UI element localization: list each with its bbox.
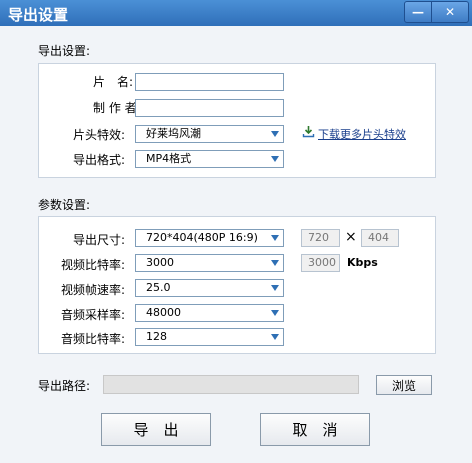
intro-effect-label: 片头特效: — [73, 128, 126, 142]
fps-select[interactable]: 25.0 — [135, 279, 284, 297]
name-input[interactable] — [135, 73, 284, 91]
export-settings-dialog: 导出设置 — ✕ 导出设置: 片 名: 制 作 者: 片头特效: 好莱坞风潮 下… — [0, 0, 472, 463]
download-more-effects-link[interactable]: 下载更多片头特效 — [318, 126, 406, 142]
cancel-button[interactable]: 取 消 — [260, 413, 370, 446]
times-sign: × — [345, 229, 357, 245]
audio-bitrate-value: 128 — [146, 330, 167, 343]
sample-rate-label: 音频采样率: — [61, 308, 126, 322]
export-button[interactable]: 导 出 — [101, 413, 211, 446]
close-icon: ✕ — [444, 5, 456, 19]
video-bitrate-readout-value: 3000 — [308, 256, 336, 269]
size-label: 导出尺寸: — [73, 233, 126, 247]
video-bitrate-label: 视频比特率: — [61, 258, 126, 272]
intro-effect-select[interactable]: 好莱坞风潮 — [135, 125, 284, 143]
chevron-down-icon — [271, 156, 279, 162]
width-field: 720 — [301, 229, 340, 247]
export-path-input[interactable] — [103, 375, 359, 394]
format-label: 导出格式: — [73, 153, 126, 167]
chevron-down-icon — [271, 235, 279, 241]
export-settings-group: 片 名: 制 作 者: 片头特效: 好莱坞风潮 下载更多片头特效 导出格式: M… — [38, 63, 436, 178]
height-value: 404 — [368, 231, 389, 244]
minimize-icon: — — [412, 5, 424, 19]
video-bitrate-select[interactable]: 3000 — [135, 254, 284, 272]
height-field: 404 — [361, 229, 399, 247]
width-value: 720 — [308, 231, 329, 244]
video-bitrate-value: 3000 — [146, 256, 174, 269]
minimize-button[interactable]: — — [404, 1, 432, 23]
params-heading: 参数设置: — [38, 198, 91, 212]
chevron-down-icon — [271, 285, 279, 291]
cancel-button-label: 取 消 — [292, 421, 338, 439]
export-path-label: 导出路径: — [38, 379, 91, 393]
browse-label: 浏览 — [391, 378, 416, 393]
browse-button[interactable]: 浏览 — [376, 375, 432, 395]
video-bitrate-readout: 3000 — [301, 254, 340, 272]
author-label: 制 作 者: — [93, 101, 141, 115]
format-value: MP4格式 — [146, 152, 192, 165]
close-button[interactable]: ✕ — [431, 1, 469, 23]
fps-value: 25.0 — [146, 281, 171, 294]
size-select[interactable]: 720*404(480P 16:9) — [135, 229, 284, 247]
name-label: 片 名: — [93, 75, 134, 89]
chevron-down-icon — [271, 334, 279, 340]
export-settings-heading: 导出设置: — [38, 44, 91, 58]
audio-bitrate-label: 音频比特率: — [61, 332, 126, 346]
fps-label: 视频帧速率: — [61, 283, 126, 297]
kbps-unit: Kbps — [347, 256, 378, 269]
audio-bitrate-select[interactable]: 128 — [135, 328, 284, 346]
size-value: 720*404(480P 16:9) — [146, 231, 258, 244]
author-input[interactable] — [135, 99, 284, 117]
chevron-down-icon — [271, 131, 279, 137]
format-select[interactable]: MP4格式 — [135, 150, 284, 168]
sample-rate-value: 48000 — [146, 306, 181, 319]
download-icon — [302, 126, 315, 138]
export-button-label: 导 出 — [133, 421, 179, 439]
window-title: 导出设置 — [8, 6, 69, 24]
params-group: 导出尺寸: 720*404(480P 16:9) 720 × 404 视频比特率… — [38, 216, 436, 354]
chevron-down-icon — [271, 260, 279, 266]
title-bar[interactable]: 导出设置 — [0, 0, 472, 26]
chevron-down-icon — [271, 310, 279, 316]
sample-rate-select[interactable]: 48000 — [135, 304, 284, 322]
intro-effect-value: 好莱坞风潮 — [146, 127, 201, 140]
